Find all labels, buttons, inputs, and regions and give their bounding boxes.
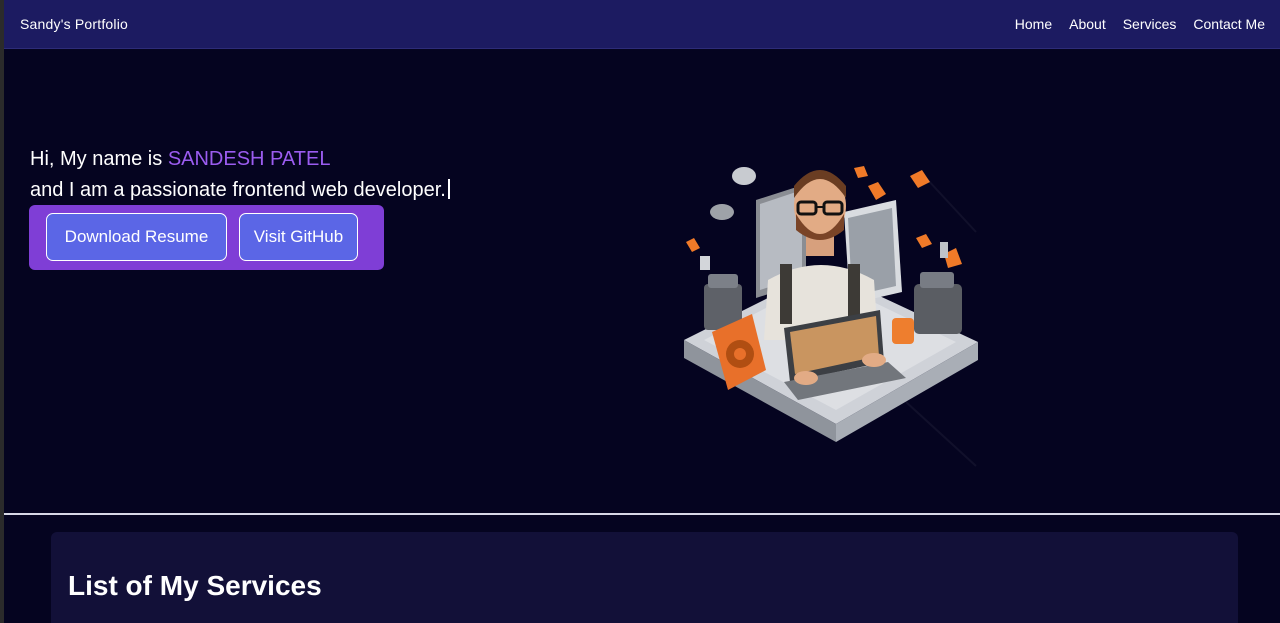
- nav-link-about[interactable]: About: [1069, 16, 1106, 32]
- nav-link-services[interactable]: Services: [1123, 16, 1177, 32]
- hero-tagline: and I am a passionate frontend web devel…: [30, 179, 446, 201]
- services-title: List of My Services: [68, 570, 322, 601]
- hero-greeting: Hi, My name is: [30, 148, 168, 170]
- hero-name: SANDESH PATEL: [167, 148, 331, 170]
- developer-illustration: [684, 166, 978, 467]
- typing-caret: [447, 179, 450, 199]
- visit-github-button[interactable]: Visit GitHub: [239, 213, 358, 261]
- hero-greeting-line: Hi, My name is SANDESH PATEL: [30, 144, 450, 175]
- top-navbar: Sandy's Portfolio Home About Services Co…: [4, 0, 1280, 49]
- portfolio-page: Sandy's Portfolio Home About Services Co…: [0, 0, 1280, 623]
- hero-buttons-panel: Download Resume Visit GitHub: [29, 205, 384, 270]
- section-divider: [4, 513, 1280, 515]
- services-section: List of My Services: [51, 532, 1238, 623]
- hero-tagline-line: and I am a passionate frontend web devel…: [30, 175, 450, 206]
- nav-link-home[interactable]: Home: [1015, 16, 1052, 32]
- hero-intro: Hi, My name is SANDESH PATEL and I am a …: [30, 144, 450, 206]
- nav-link-contact[interactable]: Contact Me: [1193, 16, 1265, 32]
- brand-link[interactable]: Sandy's Portfolio: [20, 16, 128, 32]
- download-resume-button[interactable]: Download Resume: [46, 213, 227, 261]
- nav-links: Home About Services Contact Me: [1015, 16, 1265, 32]
